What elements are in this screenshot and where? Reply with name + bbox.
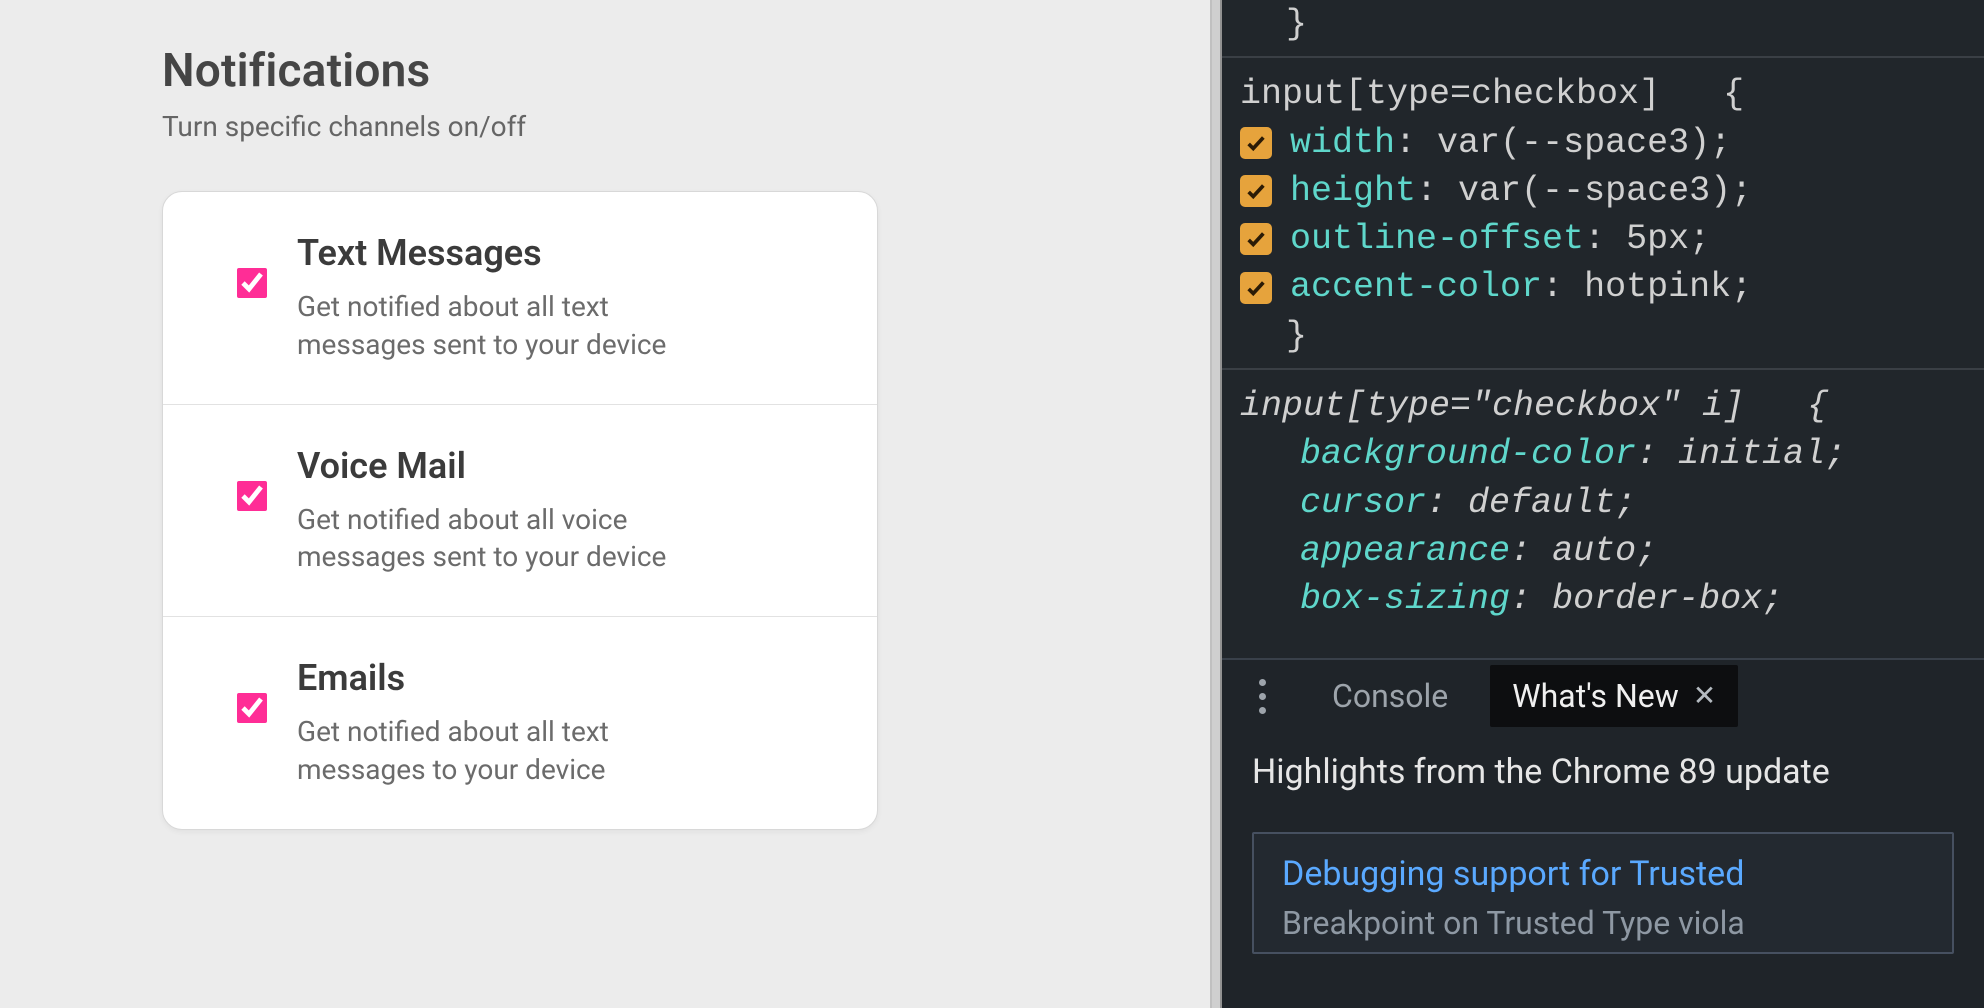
css-property: box-sizing <box>1300 579 1510 619</box>
checkbox-wrap <box>207 445 297 511</box>
item-title: Emails <box>297 657 827 699</box>
css-property: appearance <box>1300 531 1510 571</box>
css-selector[interactable]: input[type="checkbox" i] <box>1240 386 1744 426</box>
css-declaration: box-sizing: border-box; <box>1240 575 1984 623</box>
css-property: outline-offset <box>1290 219 1584 259</box>
whats-new-headline: Highlights from the Chrome 89 update <box>1252 752 1954 792</box>
css-property: accent-color <box>1290 267 1542 307</box>
notifications-card: Text Messages Get notified about all tex… <box>162 191 878 830</box>
page-title: Notifications <box>162 44 1210 98</box>
css-brace: { <box>1723 74 1744 114</box>
css-selector[interactable]: input[type=checkbox] <box>1240 74 1660 114</box>
item-desc: Get notified about all voice messages se… <box>297 501 717 577</box>
css-declaration[interactable]: width: var(--space3); <box>1240 119 1984 167</box>
css-property: cursor <box>1300 483 1426 523</box>
item-title: Text Messages <box>297 232 827 274</box>
pane-splitter[interactable] <box>1210 0 1222 1008</box>
tab-console[interactable]: Console <box>1310 665 1470 727</box>
checkbox-wrap <box>207 232 297 298</box>
css-property: height <box>1290 171 1416 211</box>
tab-label: Console <box>1332 677 1448 715</box>
checkbox-wrap <box>207 657 297 723</box>
whats-new-link[interactable]: Debugging support for Trusted <box>1282 854 1924 894</box>
close-icon[interactable]: ✕ <box>1693 682 1716 710</box>
item-body: Voice Mail Get notified about all voice … <box>297 445 827 577</box>
css-declaration: appearance: auto; <box>1240 527 1984 575</box>
notification-item-voice-mail: Voice Mail Get notified about all voice … <box>163 405 877 618</box>
rule-separator <box>1222 368 1984 370</box>
css-value: hotpink <box>1584 267 1731 307</box>
checkbox-emails[interactable] <box>237 693 267 723</box>
item-body: Emails Get notified about all text messa… <box>297 657 827 789</box>
css-value: auto <box>1552 531 1636 571</box>
property-toggle-checkbox[interactable] <box>1240 272 1272 304</box>
notification-item-emails: Emails Get notified about all text messa… <box>163 617 877 829</box>
css-property: width <box>1290 123 1395 163</box>
item-desc: Get notified about all text messages to … <box>297 713 717 789</box>
css-value: var(--space3) <box>1458 171 1731 211</box>
css-value: default <box>1468 483 1615 523</box>
css-rule: input[type=checkbox] { width: var(--spac… <box>1240 70 1984 360</box>
checkbox-voice-mail[interactable] <box>237 481 267 511</box>
property-toggle-checkbox[interactable] <box>1240 127 1272 159</box>
item-desc: Get notified about all text messages sen… <box>297 288 717 364</box>
styles-viewer[interactable]: } input[type=checkbox] { width: var(--sp… <box>1222 0 1984 632</box>
checkbox-text-messages[interactable] <box>237 268 267 298</box>
drawer-body: Highlights from the Chrome 89 update Deb… <box>1222 732 1984 954</box>
css-declaration[interactable]: height: var(--space3); <box>1240 167 1984 215</box>
settings-page: Notifications Turn specific channels on/… <box>0 0 1210 1008</box>
css-brace: } <box>1286 316 1307 356</box>
css-value: 5px <box>1626 219 1689 259</box>
kebab-menu-icon[interactable] <box>1244 672 1280 720</box>
tab-whats-new[interactable]: What's New ✕ <box>1490 665 1738 727</box>
css-value: var(--space3) <box>1437 123 1710 163</box>
css-value: border-box <box>1552 579 1762 619</box>
css-declaration: background-color: initial; <box>1240 430 1984 478</box>
property-toggle-checkbox[interactable] <box>1240 223 1272 255</box>
item-body: Text Messages Get notified about all tex… <box>297 232 827 364</box>
css-property: background-color <box>1300 434 1636 474</box>
devtools-panel: } input[type=checkbox] { width: var(--sp… <box>1222 0 1984 1008</box>
css-brace: } <box>1286 4 1307 44</box>
whats-new-item[interactable]: Debugging support for Trusted Breakpoint… <box>1252 832 1954 954</box>
css-brace: { <box>1807 386 1828 426</box>
property-toggle-checkbox[interactable] <box>1240 175 1272 207</box>
css-declaration: cursor: default; <box>1240 479 1984 527</box>
rule-separator <box>1222 56 1984 58</box>
drawer-tabstrip: Console What's New ✕ <box>1222 660 1984 732</box>
css-declaration[interactable]: outline-offset: 5px; <box>1240 215 1984 263</box>
item-title: Voice Mail <box>297 445 827 487</box>
devtools-drawer: Console What's New ✕ Highlights from the… <box>1222 658 1984 1008</box>
page-subtitle: Turn specific channels on/off <box>162 110 1210 143</box>
whats-new-subtext: Breakpoint on Trusted Type viola <box>1282 904 1924 942</box>
css-declaration[interactable]: accent-color: hotpink; <box>1240 263 1984 311</box>
notification-item-text-messages: Text Messages Get notified about all tex… <box>163 192 877 405</box>
css-rule-user-agent: input[type="checkbox" i] { background-co… <box>1240 382 1984 623</box>
tab-label: What's New <box>1512 677 1679 715</box>
css-value: initial <box>1678 434 1825 474</box>
